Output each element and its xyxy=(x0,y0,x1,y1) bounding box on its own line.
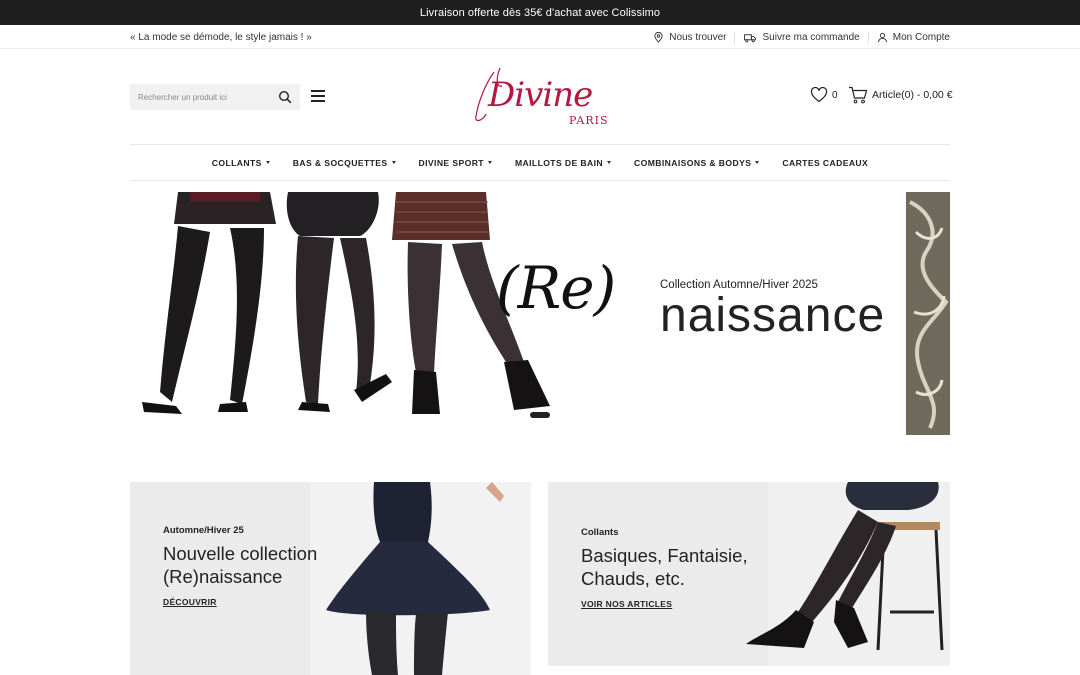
wishlist-button[interactable]: 0 xyxy=(810,87,838,103)
hero-banner[interactable]: Collection Automne/Hiver 2025 (Re) naiss… xyxy=(130,192,950,435)
nav-item-cartes-cadeaux[interactable]: CARTES CADEAUX xyxy=(782,158,868,168)
menu-icon[interactable] xyxy=(311,90,325,102)
announcement-bar: Livraison offerte dès 35€ d'achat avec C… xyxy=(0,0,1080,25)
card-title-line2: (Re)naissance xyxy=(163,566,283,587)
cart-summary: Article(0) - 0,00 € xyxy=(872,89,953,101)
svg-text:Divine: Divine xyxy=(487,75,592,115)
nav-item-combinaisons-bodys[interactable]: COMBINAISONS & BODYS xyxy=(634,157,760,168)
nav-item-maillots-de-bain[interactable]: MAILLOTS DE BAIN xyxy=(514,157,612,168)
tagline: « La mode se démode, le style jamais ! » xyxy=(130,31,312,43)
discover-link[interactable]: DÉCOUVRIR xyxy=(163,597,217,607)
card-title-line2: Chauds, etc. xyxy=(581,568,685,589)
promo-card-tights[interactable]: Collants Basiques, Fantaisie, Chauds, et… xyxy=(548,482,950,666)
logo[interactable]: Divine PARIS xyxy=(470,64,615,128)
announcement-text: Livraison offerte dès 35€ d'achat avec C… xyxy=(419,6,661,19)
cart-icon xyxy=(849,86,868,104)
caret-down-icon xyxy=(755,161,760,164)
nav-label: COLLANTS xyxy=(211,157,262,168)
search-input[interactable] xyxy=(138,92,278,102)
nav-item-collants[interactable]: COLLANTS xyxy=(212,158,270,168)
hero-title-re: (Re) xyxy=(496,254,616,322)
store-locator-link[interactable]: Nous trouver xyxy=(645,31,734,43)
search-box xyxy=(130,84,300,110)
hero-title-naissance: naissance xyxy=(660,289,886,342)
account-label: Mon Compte xyxy=(892,31,950,43)
wishlist-count: 0 xyxy=(832,89,838,101)
top-bar: « La mode se démode, le style jamais ! »… xyxy=(130,25,950,49)
nav-label: DIVINE SPORT xyxy=(418,157,484,168)
search-icon[interactable] xyxy=(278,90,292,104)
store-locator-label: Nous trouver xyxy=(669,31,727,43)
card-title-line1: Nouvelle collection xyxy=(163,543,318,564)
nav-label: COMBINAISONS & BODYS xyxy=(634,157,752,168)
heart-icon xyxy=(810,87,828,103)
nav-label: BAS & SOCQUETTES xyxy=(292,157,388,168)
carousel-indicator[interactable] xyxy=(530,412,550,418)
card-kicker: Automne/Hiver 25 xyxy=(163,525,244,536)
card-kicker: Collants xyxy=(581,527,619,538)
truck-icon xyxy=(744,33,757,42)
order-tracking-label: Suivre ma commande xyxy=(762,31,860,43)
top-links: Nous trouver Suivre ma commande Mon Comp… xyxy=(645,31,950,43)
map-pin-icon xyxy=(654,31,663,43)
nav-label: MAILLOTS DE BAIN xyxy=(514,157,604,168)
promo-card-new-collection[interactable]: Automne/Hiver 25 Nouvelle collection (Re… xyxy=(130,482,531,675)
nav-item-bas-socquettes[interactable]: BAS & SOCQUETTES xyxy=(293,158,396,168)
cart-button[interactable]: Article(0) - 0,00 € xyxy=(848,86,953,104)
svg-text:PARIS: PARIS xyxy=(569,114,609,127)
caret-down-icon xyxy=(265,161,270,164)
main-nav: COLLANTS BAS & SOCQUETTES DIVINE SPORT M… xyxy=(130,144,950,181)
card-title-line1: Basiques, Fantaisie, xyxy=(581,545,748,566)
caret-down-icon xyxy=(607,161,612,164)
nav-label: CARTES CADEAUX xyxy=(782,157,869,168)
divine-logo-graphic: Divine PARIS xyxy=(475,67,609,127)
caret-down-icon xyxy=(391,161,396,164)
view-articles-link[interactable]: VOIR NOS ARTICLES xyxy=(581,599,672,609)
divider xyxy=(0,48,1080,49)
caret-down-icon xyxy=(487,161,492,164)
user-icon xyxy=(877,32,887,42)
account-link[interactable]: Mon Compte xyxy=(867,31,950,43)
nav-item-divine-sport[interactable]: DIVINE SPORT xyxy=(419,158,492,168)
order-tracking-link[interactable]: Suivre ma commande xyxy=(734,31,867,43)
